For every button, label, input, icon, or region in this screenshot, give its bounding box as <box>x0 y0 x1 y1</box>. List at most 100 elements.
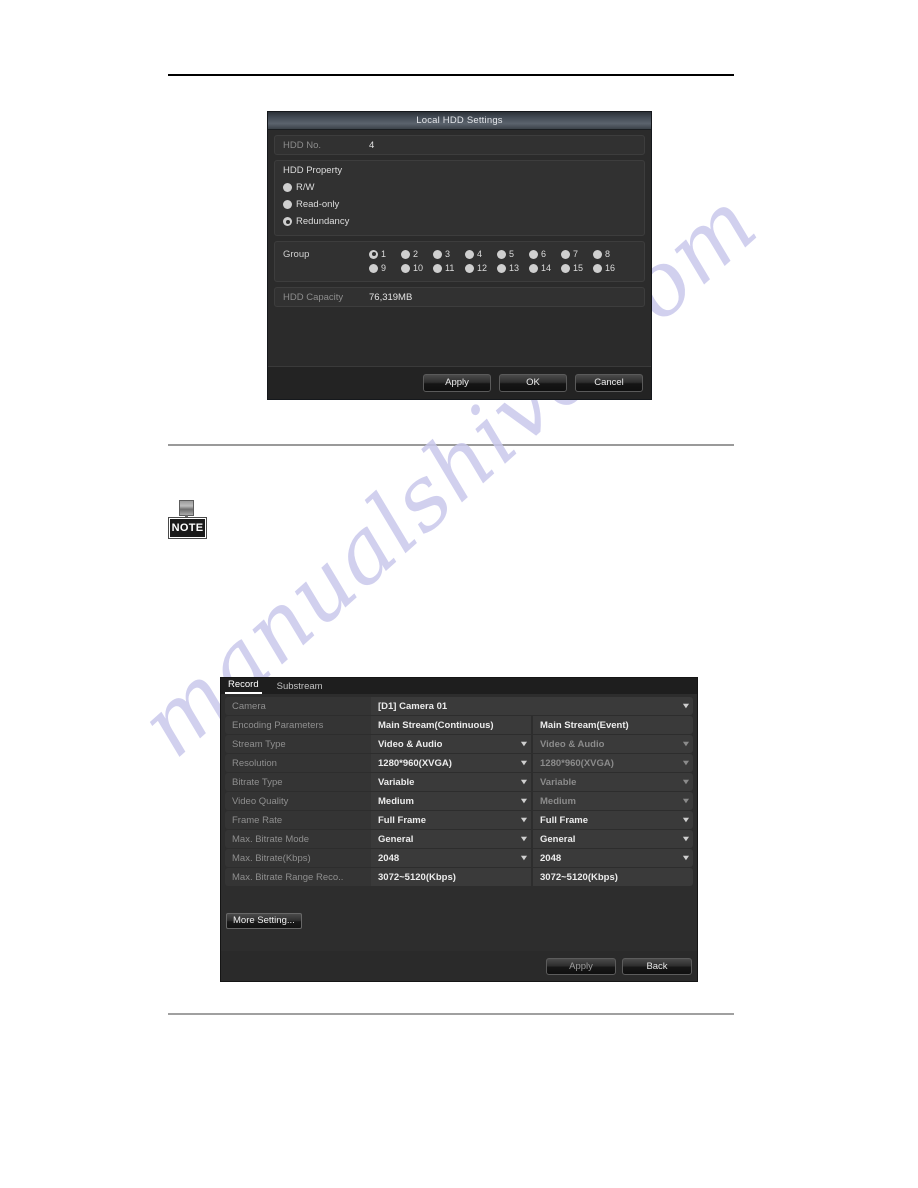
radio-option-redundancy[interactable]: Redundancy <box>283 213 636 230</box>
group-radio-grid: 1 2 3 4 5 6 7 8 9 10 11 12 13 14 15 16 <box>369 247 636 275</box>
tab-substream[interactable]: Substream <box>274 680 326 694</box>
video-quality-row: Video Quality Medium ▾ Medium ▾ <box>225 792 693 810</box>
group-radio-icon-10[interactable] <box>401 263 410 273</box>
radio-option-rw[interactable]: R/W <box>283 179 636 196</box>
encoding-parameters-label: Encoding Parameters <box>225 716 371 734</box>
group-radio-8[interactable]: 8 <box>593 249 625 259</box>
record-dialog-footer: Apply Back <box>221 951 697 981</box>
radio-option-read-only[interactable]: Read-only <box>283 196 636 213</box>
group-radio-13[interactable]: 13 <box>497 263 529 273</box>
max-bitrate-kbps-event-select[interactable]: 2048 ▾ <box>533 849 693 867</box>
chevron-down-icon: ▾ <box>521 815 527 824</box>
group-radio-14[interactable]: 14 <box>529 263 561 273</box>
frame-rate-event-value: Full Frame <box>540 814 589 826</box>
max-bitrate-kbps-continuous-select[interactable]: 2048 ▾ <box>371 849 531 867</box>
video-quality-continuous-select[interactable]: Medium ▾ <box>371 792 531 810</box>
group-radio-label-6: 6 <box>541 249 547 259</box>
tab-bar: Record Substream <box>221 678 697 694</box>
stream-type-event-value: Video & Audio <box>540 738 605 750</box>
chevron-down-icon: ▾ <box>521 739 527 748</box>
group-radio-1[interactable]: 1 <box>369 249 401 259</box>
group-radio-icon-5[interactable] <box>497 249 506 259</box>
group-radio-icon-6[interactable] <box>529 249 538 259</box>
group-radio-icon-15[interactable] <box>561 263 570 273</box>
cancel-button[interactable]: Cancel <box>575 374 643 392</box>
group-radio-icon-1[interactable] <box>369 249 378 259</box>
radio-icon-rw[interactable] <box>283 183 292 192</box>
group-radio-4[interactable]: 4 <box>465 249 497 259</box>
dialog-body: HDD No. 4 HDD Property R/W Read-only Red… <box>268 130 651 307</box>
group-radio-icon-3[interactable] <box>433 249 442 259</box>
group-radio-label-9: 9 <box>381 263 387 273</box>
group-radio-5[interactable]: 5 <box>497 249 529 259</box>
group-radio-11[interactable]: 11 <box>433 263 465 273</box>
group-radio-label-14: 14 <box>541 263 552 273</box>
group-radio-icon-14[interactable] <box>529 263 538 273</box>
stream-type-event-select[interactable]: Video & Audio ▾ <box>533 735 693 753</box>
group-radio-label-4: 4 <box>477 249 483 259</box>
resolution-event-select[interactable]: 1280*960(XVGA) ▾ <box>533 754 693 772</box>
hdd-capacity-row: HDD Capacity 76,319MB <box>275 288 644 306</box>
radio-icon-read-only[interactable] <box>283 200 292 209</box>
chevron-down-icon: ▾ <box>683 739 689 748</box>
bitrate-type-continuous-value: Variable <box>378 776 415 788</box>
group-radio-icon-7[interactable] <box>561 249 570 259</box>
chevron-down-icon: ▾ <box>683 815 689 824</box>
max-bitrate-mode-continuous-select[interactable]: General ▾ <box>371 830 531 848</box>
resolution-continuous-select[interactable]: 1280*960(XVGA) ▾ <box>371 754 531 772</box>
frame-rate-event-select[interactable]: Full Frame ▾ <box>533 811 693 829</box>
chevron-down-icon: ▾ <box>683 777 689 786</box>
group-label: Group <box>283 249 310 260</box>
back-button[interactable]: Back <box>622 957 692 975</box>
max-bitrate-mode-event-select[interactable]: General ▾ <box>533 830 693 848</box>
hdd-capacity-label: HDD Capacity <box>283 291 344 303</box>
chevron-down-icon: ▾ <box>683 853 689 862</box>
radio-icon-redundancy[interactable] <box>283 217 292 226</box>
group-radio-row-1: 1 2 3 4 5 6 7 8 <box>369 247 636 261</box>
stream-type-row: Stream Type Video & Audio ▾ Video & Audi… <box>225 735 693 753</box>
group-radio-10[interactable]: 10 <box>401 263 433 273</box>
chevron-down-icon: ▾ <box>683 796 689 805</box>
more-setting-button[interactable]: More Setting... <box>226 913 302 929</box>
stream-type-continuous-value: Video & Audio <box>378 738 443 750</box>
group-radio-icon-13[interactable] <box>497 263 506 273</box>
chevron-down-icon: ▾ <box>683 701 689 710</box>
group-radio-12[interactable]: 12 <box>465 263 497 273</box>
chevron-down-icon: ▾ <box>521 777 527 786</box>
group-radio-6[interactable]: 6 <box>529 249 561 259</box>
frame-rate-continuous-select[interactable]: Full Frame ▾ <box>371 811 531 829</box>
group-radio-icon-11[interactable] <box>433 263 442 273</box>
bitrate-type-continuous-select[interactable]: Variable ▾ <box>371 773 531 791</box>
group-radio-9[interactable]: 9 <box>369 263 401 273</box>
group-radio-16[interactable]: 16 <box>593 263 625 273</box>
group-radio-icon-4[interactable] <box>465 249 474 259</box>
bitrate-type-event-select[interactable]: Variable ▾ <box>533 773 693 791</box>
group-radio-7[interactable]: 7 <box>561 249 593 259</box>
note-icon-label: NOTE <box>170 519 205 537</box>
group-radio-15[interactable]: 15 <box>561 263 593 273</box>
max-bitrate-range-event-value: 3072~5120(Kbps) <box>533 868 693 886</box>
group-radio-icon-16[interactable] <box>593 263 602 273</box>
max-bitrate-mode-label: Max. Bitrate Mode <box>225 830 371 848</box>
group-radio-icon-9[interactable] <box>369 263 378 273</box>
group-radio-icon-8[interactable] <box>593 249 602 259</box>
group-radio-icon-2[interactable] <box>401 249 410 259</box>
ok-button[interactable]: OK <box>499 374 567 392</box>
group-radio-3[interactable]: 3 <box>433 249 465 259</box>
stream-type-continuous-select[interactable]: Video & Audio ▾ <box>371 735 531 753</box>
group-radio-icon-12[interactable] <box>465 263 474 273</box>
tab-record[interactable]: Record <box>225 678 262 694</box>
group-radio-label-13: 13 <box>509 263 520 273</box>
apply-button[interactable]: Apply <box>546 957 616 975</box>
mid-section-rule <box>168 444 734 446</box>
column-header-event: Main Stream(Event) <box>533 716 693 734</box>
max-bitrate-kbps-event-value: 2048 <box>540 852 562 864</box>
group-radio-2[interactable]: 2 <box>401 249 433 259</box>
camera-select[interactable]: [D1] Camera 01 ▾ <box>371 697 693 715</box>
apply-button[interactable]: Apply <box>423 374 491 392</box>
local-hdd-settings-dialog: Local HDD Settings HDD No. 4 HDD Propert… <box>268 112 651 399</box>
hdd-property-title: HDD Property <box>283 165 343 176</box>
video-quality-event-select[interactable]: Medium ▾ <box>533 792 693 810</box>
max-bitrate-range-row: Max. Bitrate Range Reco.. 3072~5120(Kbps… <box>225 868 693 886</box>
video-quality-event-value: Medium <box>540 795 576 807</box>
